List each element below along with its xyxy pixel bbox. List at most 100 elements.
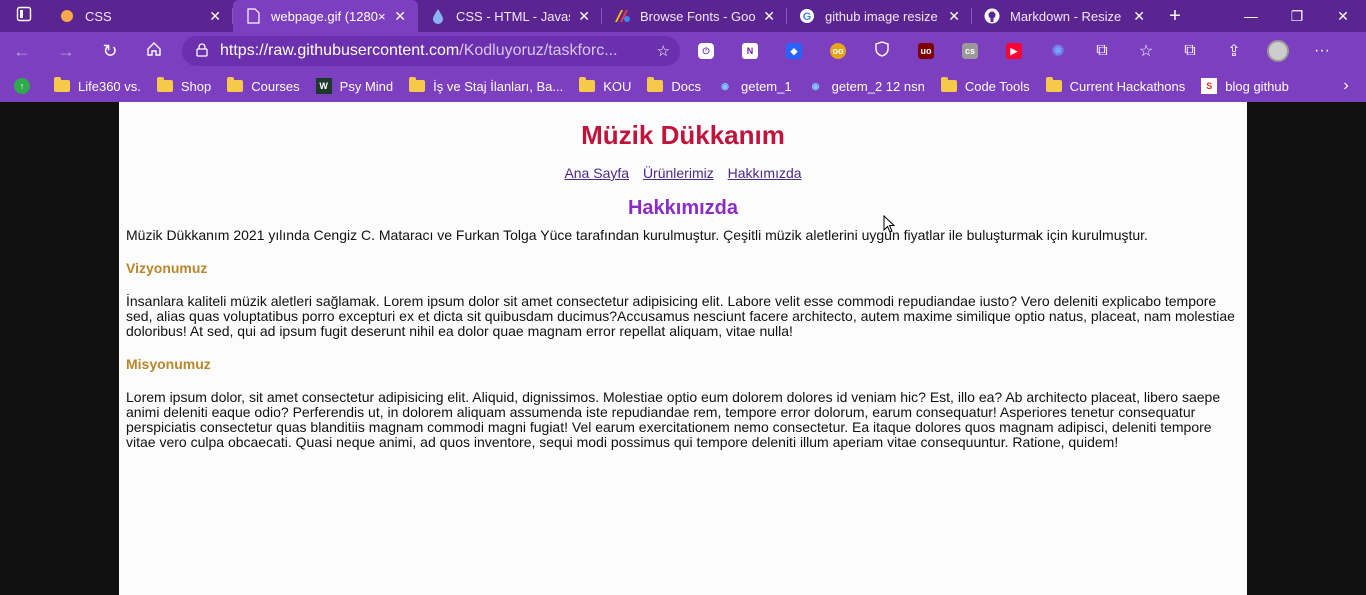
power-icon: ⏻ [698, 43, 714, 59]
forward-button[interactable]: → [44, 41, 88, 62]
drupal-icon: ◉ [811, 80, 820, 91]
tab-title: Browse Fonts - Googl [640, 8, 756, 24]
close-tab-icon[interactable]: ✕ [1133, 8, 1145, 25]
tab-google-fonts[interactable]: Browse Fonts - Googl ✕ [602, 0, 787, 32]
bookmark-label: blog github [1225, 78, 1289, 94]
extension-starburst[interactable]: ✺ [1036, 41, 1080, 61]
document-icon [245, 8, 261, 24]
bookmark-blog-github[interactable]: Sblog github [1201, 78, 1289, 94]
bookmark-kou[interactable]: KOU [579, 77, 631, 94]
bookmark-psy-mind[interactable]: W Psy Mind [315, 78, 394, 94]
bookmark-is-staj[interactable]: İş ve Staj İlanları, Ba... [409, 77, 563, 94]
address-bar[interactable]: https://raw.githubusercontent.com/Kodluy… [182, 36, 680, 66]
site-title: Müzik Dükkanım [581, 120, 785, 150]
tab-title: webpage.gif (1280×72 [271, 8, 386, 24]
tab-css-html-js[interactable]: CSS - HTML - Javascrip ✕ [418, 0, 602, 32]
favorites-star-icon: ☆ [1138, 43, 1154, 60]
restore-icon[interactable]: ❐ [1274, 8, 1320, 25]
folder-icon [579, 77, 596, 92]
folder-icon [227, 77, 244, 92]
collections-button[interactable]: ⧉ [1168, 42, 1212, 60]
extension-cs[interactable]: cs [948, 43, 992, 59]
bookmark-courses[interactable]: Courses [227, 77, 300, 94]
folder-icon [940, 77, 957, 92]
orange-dot-icon [59, 8, 75, 24]
minimize-icon[interactable]: — [1228, 8, 1274, 25]
tab-markdown-resize[interactable]: Markdown - Resize pic ✕ [972, 0, 1157, 32]
add-favorite-icon[interactable]: ☆ [657, 42, 670, 60]
extension-power[interactable]: ⏻ [684, 43, 728, 59]
share-icon: ⇪ [1227, 43, 1241, 60]
tab-title: github image resize m [825, 8, 941, 24]
bookmark-label: getem_2 12 nsn [831, 78, 925, 94]
settings-menu-button[interactable]: ··· [1300, 42, 1344, 60]
folder-icon [1045, 77, 1062, 92]
shield-blue-icon: ◆ [786, 43, 802, 59]
google-fonts-icon [614, 8, 630, 24]
folder-icon [156, 77, 173, 92]
extension-youtube[interactable]: ▶ [992, 43, 1036, 59]
mouse-cursor-icon [883, 215, 895, 233]
close-tab-icon[interactable]: ✕ [394, 8, 406, 25]
new-tab-button[interactable]: + [1157, 5, 1193, 28]
tab-github-image-resize[interactable]: G github image resize m ✕ [787, 0, 972, 32]
back-button[interactable]: ← [0, 41, 44, 62]
nav-link-home[interactable]: Ana Sayfa [564, 165, 629, 181]
tab-strip: CSS ✕ webpage.gif (1280×72 ✕ CSS - HTML … [0, 0, 1366, 32]
section-title: Hakkımızda [627, 197, 739, 219]
home-icon [146, 41, 162, 61]
bookmark-label: Shop [180, 78, 212, 94]
profile-button[interactable] [1256, 40, 1300, 62]
more-icon: ··· [1314, 42, 1330, 59]
tab-actions-button[interactable] [0, 0, 47, 32]
bookmark-shop[interactable]: Shop [156, 77, 212, 94]
tab-webpage-gif[interactable]: webpage.gif (1280×72 ✕ [233, 0, 418, 32]
svg-text:G: G [803, 11, 812, 23]
refresh-button[interactable]: ↻ [88, 41, 132, 62]
extensions-button[interactable]: ⧉ [1080, 42, 1124, 60]
forward-arrow-icon: → [57, 40, 75, 61]
extension-owl[interactable]: oo [816, 43, 860, 59]
owl-icon: oo [830, 43, 846, 59]
extension-onenote[interactable]: N [728, 43, 772, 59]
bookmark-label: getem_1 [741, 78, 792, 94]
share-button[interactable]: ⇪ [1212, 41, 1256, 61]
bookmark-shield[interactable]: ↑ [14, 78, 38, 94]
bookmark-docs[interactable]: Docs [647, 77, 701, 94]
bookmark-code-tools[interactable]: Code Tools [940, 77, 1030, 94]
tab-actions-icon [16, 6, 32, 27]
shield-icon [875, 40, 889, 62]
close-tab-icon[interactable]: ✕ [948, 8, 960, 25]
bookmark-getem-2[interactable]: ◉ getem_2 12 nsn [808, 78, 925, 94]
google-icon: G [799, 8, 815, 24]
psy-mind-icon: W [315, 78, 332, 94]
starburst-icon: ✺ [1051, 43, 1065, 60]
extension-shield[interactable] [860, 40, 904, 62]
extension-ublock[interactable]: uo [904, 43, 948, 59]
tab-css[interactable]: CSS ✕ [47, 0, 233, 32]
page-viewport: Müzik Dükkanım Ana Sayfa Ürünlerimiz Hak… [0, 102, 1366, 595]
back-arrow-icon: ← [13, 40, 31, 61]
extension-blue-shield[interactable]: ◆ [772, 43, 816, 59]
nav-link-about[interactable]: Hakkımızda [728, 165, 802, 181]
folder-icon [409, 77, 426, 92]
favorites-button[interactable]: ☆ [1124, 41, 1168, 61]
folder-icon [54, 77, 70, 92]
puzzle-icon: ⧉ [1096, 42, 1108, 59]
bookmark-getem-1[interactable]: ◉ getem_1 [717, 78, 792, 94]
bookmark-current-hackathons[interactable]: Current Hackathons [1045, 77, 1186, 94]
tab-title: CSS [85, 8, 112, 24]
tab-title: CSS - HTML - Javascrip [456, 8, 570, 24]
bookmark-label: Psy Mind [339, 78, 394, 94]
close-tab-icon[interactable]: ✕ [578, 8, 590, 25]
avatar [1267, 40, 1289, 62]
tab-title: Markdown - Resize pic [1010, 8, 1125, 24]
bookmarks-more-chevron-icon[interactable]: › [1326, 77, 1366, 95]
close-tab-icon[interactable]: ✕ [209, 8, 221, 25]
close-tab-icon[interactable]: ✕ [763, 8, 775, 25]
nav-link-products[interactable]: Ürünlerimiz [643, 165, 714, 181]
bookmark-label: Current Hackathons [1069, 78, 1186, 94]
home-button[interactable] [132, 41, 176, 62]
bookmark-life360[interactable]: Life360 vs. [54, 77, 141, 94]
close-window-icon[interactable]: ✕ [1320, 8, 1366, 25]
